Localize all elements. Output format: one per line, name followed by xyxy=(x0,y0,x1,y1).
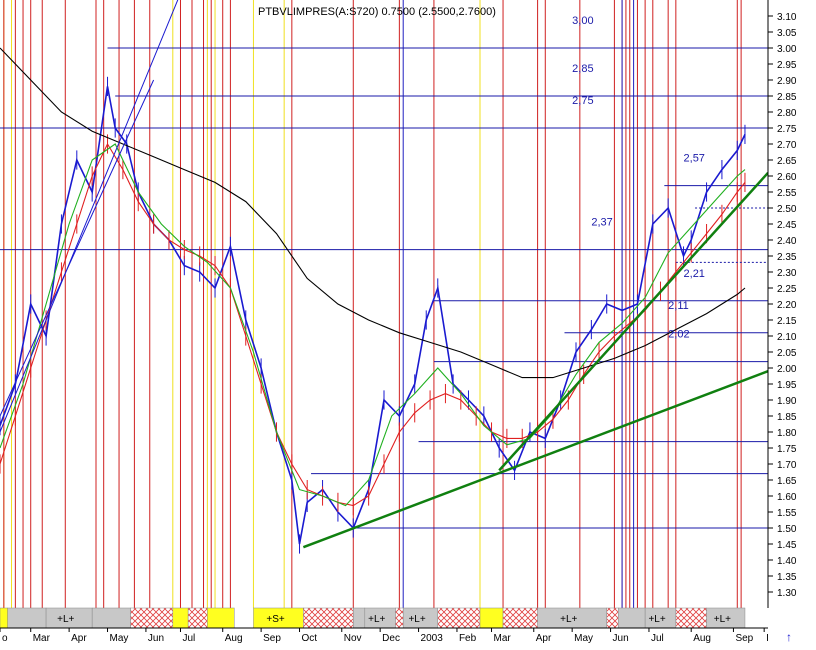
y-tick-label: 1.80 xyxy=(777,428,797,439)
indicator-segment-label: +L+ xyxy=(648,614,665,625)
x-tick-label: Jul xyxy=(651,633,664,644)
y-tick-label: 1.40 xyxy=(777,556,797,567)
y-tick-label: 2.65 xyxy=(777,156,797,167)
indicator-segment-yellow xyxy=(172,607,189,629)
y-tick-label: 2.15 xyxy=(777,316,797,327)
price-level-label: 2,21 xyxy=(684,268,705,280)
y-tick-label: 1.60 xyxy=(777,492,797,503)
y-tick-label: 1.95 xyxy=(777,380,797,391)
y-tick-label: 2.30 xyxy=(777,268,797,279)
y-tick-label: 1.90 xyxy=(777,396,797,407)
x-axis: o Mar Apr May Jun Jul Aug Sep Oct Nov Dec 2003 Feb Ma… xyxy=(0,627,769,644)
y-tick-label: 2.45 xyxy=(777,220,797,231)
x-tick-label: Nov xyxy=(344,633,362,644)
y-tick-label: 2.60 xyxy=(777,172,797,183)
indicator-segment-label: +L+ xyxy=(57,614,74,625)
x-tick-label: Apr xyxy=(71,633,87,644)
price-level-label: 2,37 xyxy=(591,217,612,229)
indicator-segment-gray xyxy=(7,607,47,629)
y-tick-label: 2.05 xyxy=(777,348,797,359)
y-tick-label: 1.30 xyxy=(777,588,797,599)
y-tick-label: 1.85 xyxy=(777,412,797,423)
indicator-segment-label: +L+ xyxy=(408,614,425,625)
indicator-segment-gray xyxy=(353,607,366,629)
y-tick-label: 2.90 xyxy=(777,76,797,87)
indicator-segment-hatch xyxy=(303,607,354,629)
indicator-segment-hatch xyxy=(606,607,619,629)
y-tick-label: 2.25 xyxy=(777,284,797,295)
y-tick-label: 1.65 xyxy=(777,476,797,487)
y-tick-label: 1.35 xyxy=(777,572,797,583)
x-tick-label: 2003 xyxy=(421,633,444,644)
y-tick-label: 3.00 xyxy=(777,44,797,55)
indicator-segment-label: +L+ xyxy=(714,614,731,625)
x-tick-label: o xyxy=(2,633,8,644)
x-tick-label: Mar xyxy=(494,633,512,644)
x-tick-label: Jul xyxy=(182,633,195,644)
indicator-segment-hatch xyxy=(502,607,538,629)
indicator-segment-hatch xyxy=(395,607,404,629)
x-tick-label: Mar xyxy=(33,633,51,644)
indicator-segment-label: +L+ xyxy=(560,614,577,625)
scroll-up-arrow-icon[interactable]: ↑ xyxy=(786,630,792,644)
price-level-label: 2,85 xyxy=(572,63,593,75)
chart-canvas: 3,00 2,85 2,75 2,57 2,37 2,21 2,11 2,02 3.10 3.0… xyxy=(0,0,816,644)
indicator-segment-yellow xyxy=(0,607,8,629)
x-tick-label: Sep xyxy=(263,633,281,644)
x-tick-label: Sep xyxy=(735,633,753,644)
y-tick-label: 2.80 xyxy=(777,108,797,119)
x-tick-label: May xyxy=(110,633,129,644)
y-tick-label: 2.50 xyxy=(777,204,797,215)
y-tick-label: 2.40 xyxy=(777,236,797,247)
x-tick-label: Oct xyxy=(302,633,318,644)
y-tick-label: 2.70 xyxy=(777,140,797,151)
x-tick-label: Jun xyxy=(613,633,629,644)
indicator-segment-label: +S+ xyxy=(266,614,285,625)
indicator-segment-hatch xyxy=(187,607,208,629)
y-tick-label: 2.20 xyxy=(777,300,797,311)
y-tick-label: 1.75 xyxy=(777,444,797,455)
y-tick-label: 2.00 xyxy=(777,364,797,375)
price-level-label: 2,02 xyxy=(668,329,689,341)
price-level-label: 2,75 xyxy=(572,95,593,107)
y-tick-label: 2.35 xyxy=(777,252,797,263)
y-tick-label: 2.85 xyxy=(777,92,797,103)
indicator-segment-yellow xyxy=(207,607,235,629)
y-tick-label: 3.05 xyxy=(777,28,797,39)
indicator-segment-hatch xyxy=(437,607,481,629)
indicator-segment-gray xyxy=(91,607,131,629)
x-tick-label: Aug xyxy=(225,633,243,644)
x-tick-label: Jun xyxy=(148,633,164,644)
x-tick-label: May xyxy=(574,633,593,644)
price-level-label: 3,00 xyxy=(572,15,593,27)
y-tick-label: 2.10 xyxy=(777,332,797,343)
y-tick-label: 1.70 xyxy=(777,460,797,471)
y-tick-label: 3.10 xyxy=(777,12,797,23)
indicator-segment-gray xyxy=(617,607,646,629)
stock-chart: 3,00 2,85 2,75 2,57 2,37 2,21 2,11 2,02 3.10 3.0… xyxy=(0,0,816,645)
x-tick-label: Dec xyxy=(382,633,400,644)
indicator-segment-label: +L+ xyxy=(368,614,385,625)
indicator-segment-hatch xyxy=(130,607,174,629)
indicator-segment-hatch xyxy=(675,607,707,629)
x-tick-label: Aug xyxy=(693,633,711,644)
y-tick-label: 1.55 xyxy=(777,508,797,519)
y-tick-label: 2.95 xyxy=(777,60,797,71)
y-axis: 3.10 3.05 3.00 2.95 2.90 2.85 2.80 2.75 2.70 2.65… xyxy=(767,0,816,608)
price-level-label: 2,57 xyxy=(684,153,705,165)
indicator-segment-yellow xyxy=(479,607,504,629)
indicator-band: +L+ +S+ +L+ +L+ +L+ +L+ +L+ xyxy=(0,607,768,629)
chart-title: PTBVLIMPRES(A:S720) 0.7500 (2.5500,2.760… xyxy=(258,6,496,18)
x-tick-label: I xyxy=(766,633,769,644)
y-tick-label: 2.75 xyxy=(777,124,797,135)
y-tick-label: 1.45 xyxy=(777,540,797,551)
price-level-label: 2,11 xyxy=(668,300,689,312)
x-tick-label: Apr xyxy=(536,633,552,644)
y-tick-label: 2.55 xyxy=(777,188,797,199)
y-tick-label: 1.50 xyxy=(777,524,797,535)
x-tick-label: Feb xyxy=(459,633,477,644)
